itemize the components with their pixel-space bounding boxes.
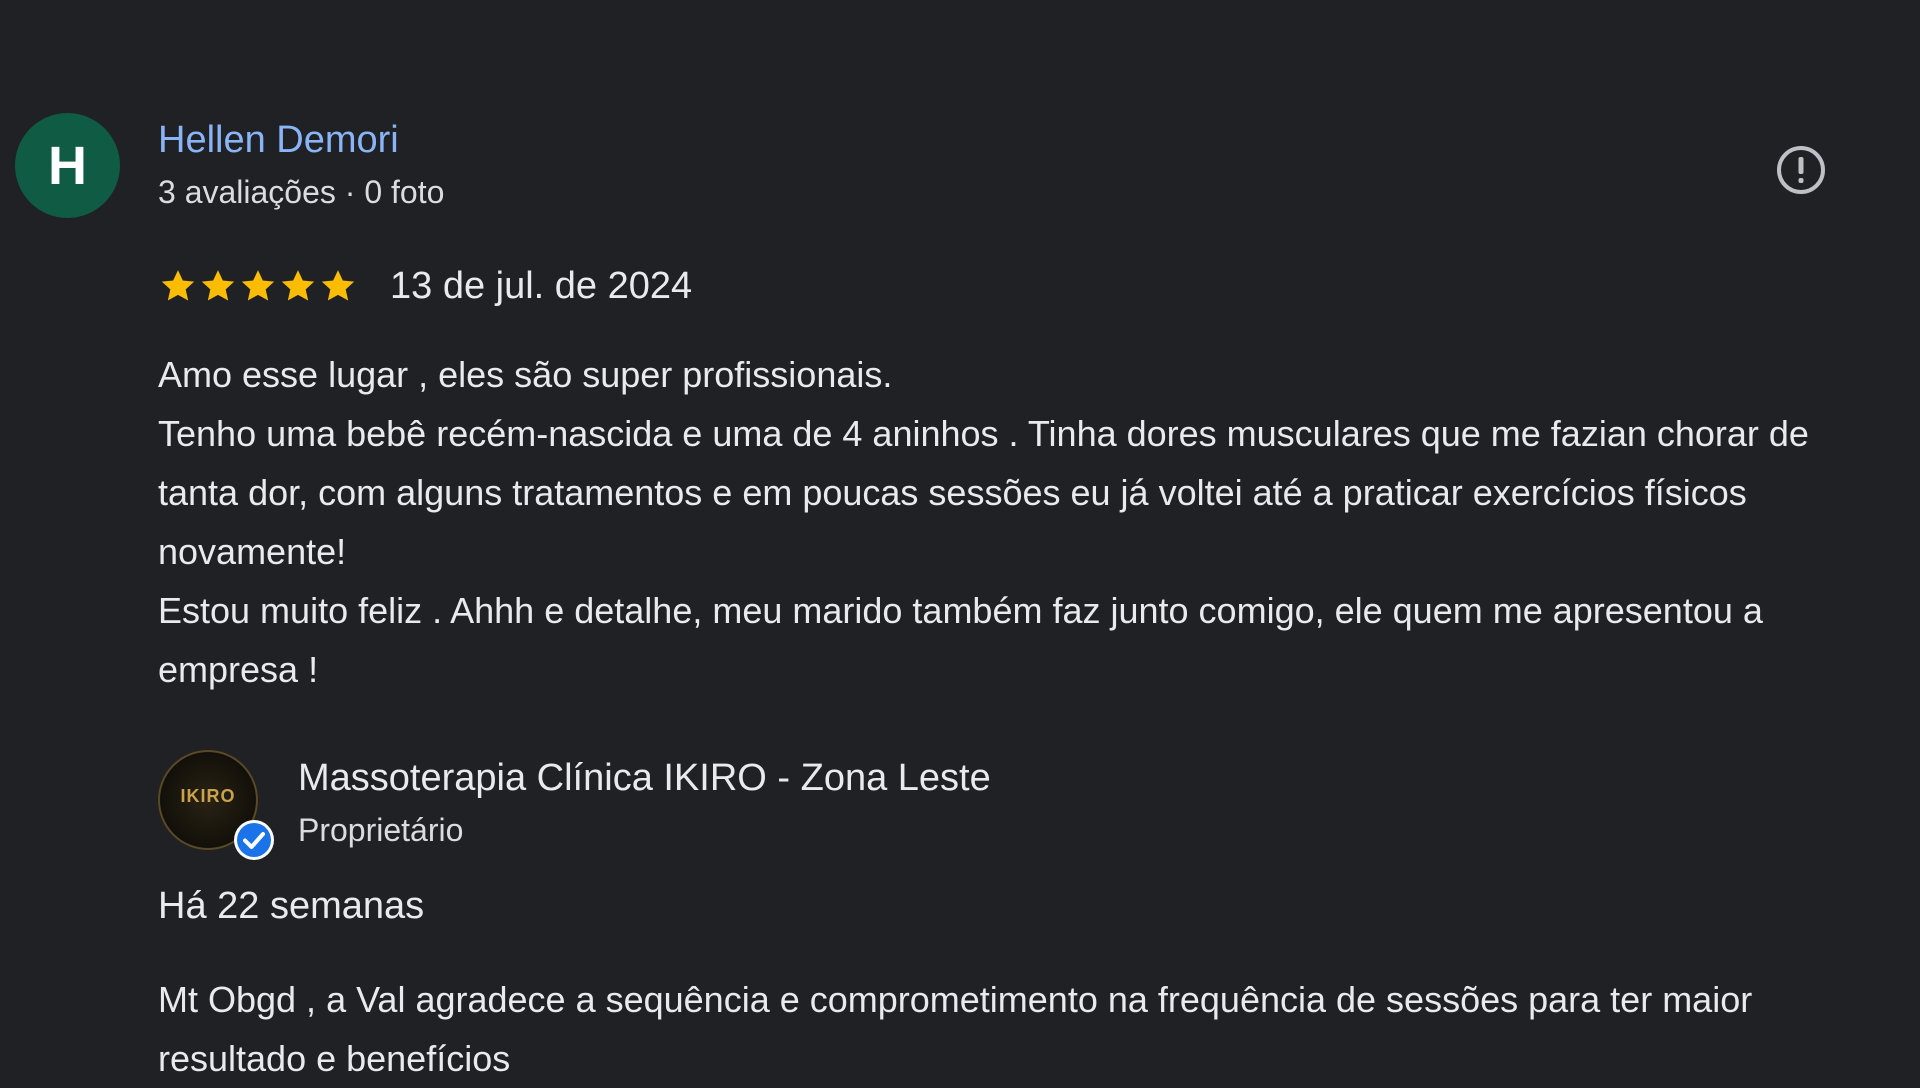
star-icon	[241, 270, 275, 301]
star-icon	[161, 270, 195, 301]
avatar-letter: H	[48, 135, 87, 196]
business-logo[interactable]: IKIRO	[158, 750, 274, 860]
business-logo-text: IKIRO	[180, 786, 236, 806]
response-time: Há 22 semanas	[158, 885, 425, 927]
owner-role: Proprietário	[298, 812, 464, 848]
avatar[interactable]: H	[15, 113, 120, 218]
verified-check-icon	[234, 820, 274, 860]
star-rating	[158, 266, 358, 306]
business-name[interactable]: Massoterapia Clínica IKIRO - Zona Leste	[298, 757, 991, 800]
owner-response-text: Mt Obgd , a Val agradece a sequência e c…	[158, 979, 1753, 1079]
review-date: 13 de jul. de 2024	[390, 264, 693, 307]
review-text-line: Tenho uma bebê recém-nascida e uma de 4 …	[158, 413, 1809, 572]
rating-row: 13 de jul. de 2024	[158, 262, 692, 310]
star-icon	[201, 270, 235, 301]
review-text-line: Estou muito feliz . Ahhh e detalhe, meu …	[158, 590, 1763, 690]
star-icon	[321, 270, 355, 301]
author-meta: 3 avaliações · 0 foto	[158, 174, 445, 210]
review-text-line: Amo esse lugar , eles são super profissi…	[158, 354, 893, 395]
review-card: H Hellen Demori 3 avaliações · 0 foto 13…	[0, 0, 1920, 1080]
author-name[interactable]: Hellen Demori	[158, 119, 399, 162]
star-icon	[281, 270, 315, 301]
review-text: Amo esse lugar , eles são super profissi…	[158, 345, 1858, 699]
report-icon[interactable]	[1774, 143, 1828, 197]
